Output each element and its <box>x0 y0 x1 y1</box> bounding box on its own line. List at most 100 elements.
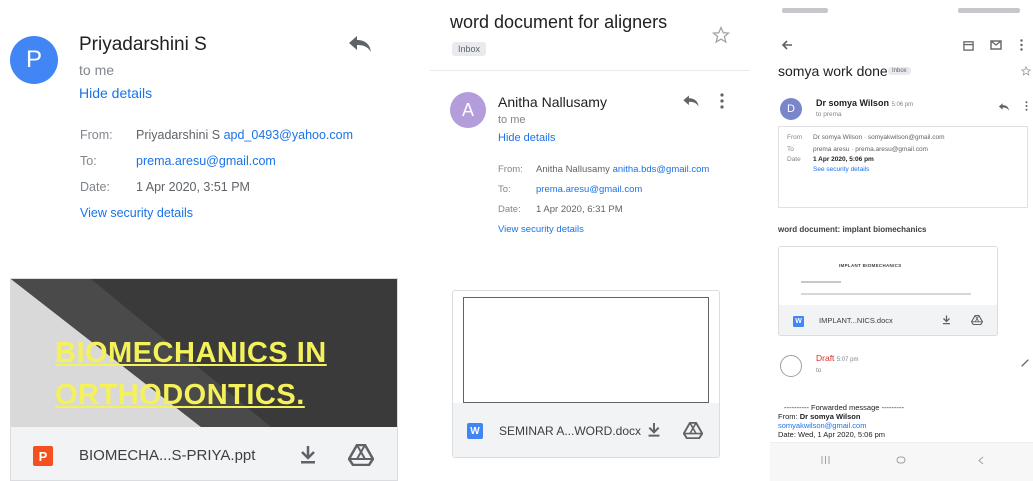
recipient-line[interactable]: to prema <box>816 111 842 118</box>
attachment-bar: W IMPLANT...NICS.docx <box>779 305 997 335</box>
star-icon[interactable] <box>1020 64 1032 78</box>
sender-name: Dr somya Wilson 5:06 pm <box>816 98 913 108</box>
attachment-preview <box>463 297 709 403</box>
draft-label: Draft <box>816 353 835 363</box>
more-options-icon[interactable] <box>1016 36 1026 54</box>
more-options-icon[interactable] <box>716 90 728 112</box>
reply-icon[interactable] <box>996 100 1012 114</box>
from-name: Anitha Nallusamy <box>536 164 610 175</box>
doc-preview-line <box>801 293 971 295</box>
sender-avatar[interactable]: D <box>780 98 802 120</box>
to-email-link[interactable]: prema.aresu@gmail.com <box>536 184 642 195</box>
date-value: 1 Apr 2020, 5:06 pm <box>813 156 874 163</box>
attachment-card[interactable]: W SEMINAR A...WORD.docx <box>452 290 720 458</box>
security-details-link[interactable]: View security details <box>498 224 584 235</box>
android-nav-bar <box>770 442 1033 481</box>
details-block: From: Anitha Nallusamy anitha.bds@gmail.c… <box>498 160 709 240</box>
draft-recipient: to <box>816 367 822 374</box>
recent-apps-icon[interactable] <box>818 453 832 467</box>
hide-details-link[interactable]: Hide details <box>498 132 555 144</box>
forwarded-from-label: From: <box>778 412 798 421</box>
sender-avatar[interactable]: A <box>450 92 486 128</box>
sender-name-text: Dr somya Wilson <box>816 98 889 108</box>
draft-avatar[interactable] <box>780 355 802 377</box>
hide-details-link[interactable]: Hide details <box>79 85 152 101</box>
slide-title-line-2: ORTHODONTICS. <box>55 379 305 411</box>
forwarded-date: Date: Wed, 1 Apr 2020, 5:06 pm <box>778 430 886 439</box>
forwarded-block: ---------- Forwarded message --------- F… <box>778 403 904 439</box>
from-label: From: <box>80 128 113 142</box>
slide-title-line-1: BIOMECHANICS IN <box>55 337 327 369</box>
status-bar-left-icons <box>782 8 828 13</box>
doc-preview-heading: IMPLANT BIOMECHANICS <box>839 263 902 268</box>
to-value: prema aresu · prema.aresu@gmail.com <box>813 146 928 153</box>
download-icon[interactable] <box>643 419 665 441</box>
sender-name: Priyadarshini S <box>79 34 207 55</box>
attachment-filename: BIOMECHA...S-PRIYA.ppt <box>79 447 256 464</box>
ppt-file-icon: P <box>33 446 53 466</box>
recipient-line: to me <box>79 62 115 78</box>
mail-icon[interactable] <box>988 37 1004 53</box>
from-email-link[interactable]: apd_0493@yahoo.com <box>224 128 353 142</box>
draft-header: Draft 5:07 pm <box>816 353 858 363</box>
recipient-line: to me <box>498 114 526 126</box>
email-panel-somya: somya work done Inbox D Dr somya Wilson … <box>770 0 1033 481</box>
to-label: To: <box>80 154 97 168</box>
save-to-drive-icon[interactable] <box>969 313 985 327</box>
attachment-bar: W SEMINAR A...WORD.docx <box>453 403 719 457</box>
inbox-label-chip[interactable]: Inbox <box>888 67 911 75</box>
download-icon[interactable] <box>295 442 321 468</box>
from-email-link[interactable]: anitha.bds@gmail.com <box>613 164 710 175</box>
email-body-text: word document: implant biomechanics <box>778 225 927 234</box>
save-to-drive-icon[interactable] <box>347 441 375 469</box>
from-value: Dr somya Wilson · somyakwilson@gmail.com <box>813 134 945 141</box>
sender-time: 5:06 pm <box>891 102 914 108</box>
back-arrow-icon[interactable] <box>778 36 796 54</box>
docx-file-icon: W <box>467 423 483 439</box>
home-icon[interactable] <box>894 453 908 467</box>
email-subject: word document for aligners <box>450 12 668 32</box>
download-icon[interactable] <box>939 313 953 327</box>
attachment-filename: IMPLANT...NICS.docx <box>819 316 893 325</box>
to-email-link[interactable]: prema.aresu@gmail.com <box>136 154 276 168</box>
forwarded-email-link[interactable]: somyakwilson@gmail.com <box>778 421 904 430</box>
attachment-preview: BIOMECHANICS IN ORTHODONTICS. <box>11 279 397 427</box>
to-label: To: <box>498 184 511 195</box>
status-bar <box>770 0 1033 20</box>
forwarded-divider: ---------- Forwarded message --------- <box>784 403 904 412</box>
attachment-bar: P BIOMECHA...S-PRIYA.ppt <box>11 427 397 480</box>
reply-icon[interactable] <box>344 32 376 56</box>
star-icon[interactable] <box>710 24 732 46</box>
from-name: Priyadarshini S <box>136 128 221 142</box>
archive-icon[interactable] <box>960 37 976 53</box>
reply-icon[interactable] <box>680 92 702 110</box>
sender-avatar[interactable]: P <box>10 36 58 84</box>
message-more-icon[interactable] <box>1022 98 1030 114</box>
subject-divider <box>430 70 750 71</box>
date-value: 1 Apr 2020, 6:31 PM <box>536 204 623 215</box>
date-value: 1 Apr 2020, 3:51 PM <box>136 180 250 194</box>
date-label: Date: <box>80 180 110 194</box>
date-label: Date <box>787 156 801 163</box>
forwarded-from-name: Dr somya Wilson <box>799 412 861 421</box>
email-panel-anitha: word document for aligners Inbox A Anith… <box>430 0 750 481</box>
security-details-link[interactable]: View security details <box>80 206 193 220</box>
inbox-label-chip[interactable]: Inbox <box>452 42 487 56</box>
edit-draft-icon[interactable] <box>1018 356 1032 370</box>
attachment-card[interactable]: BIOMECHANICS IN ORTHODONTICS. P BIOMECHA… <box>10 278 398 481</box>
attachment-preview: IMPLANT BIOMECHANICS <box>779 247 997 305</box>
from-label: From <box>787 134 803 141</box>
details-block: From: Priyadarshini S apd_0493@yahoo.com … <box>80 122 353 226</box>
security-details-link[interactable]: See security details <box>813 166 869 173</box>
sender-name: Anitha Nallusamy <box>498 94 607 110</box>
attachment-card[interactable]: IMPLANT BIOMECHANICS W IMPLANT...NICS.do… <box>778 246 998 336</box>
details-box: From Dr somya Wilson · somyakwilson@gmail… <box>778 126 1028 208</box>
date-label: Date: <box>498 204 521 215</box>
attachment-filename: SEMINAR A...WORD.docx <box>499 424 642 438</box>
back-nav-icon[interactable] <box>974 453 988 467</box>
to-label: To <box>787 146 794 153</box>
save-to-drive-icon[interactable] <box>681 418 705 442</box>
from-label: From: <box>498 164 523 175</box>
docx-file-icon: W <box>793 316 804 327</box>
status-bar-right-icons <box>958 8 1020 13</box>
